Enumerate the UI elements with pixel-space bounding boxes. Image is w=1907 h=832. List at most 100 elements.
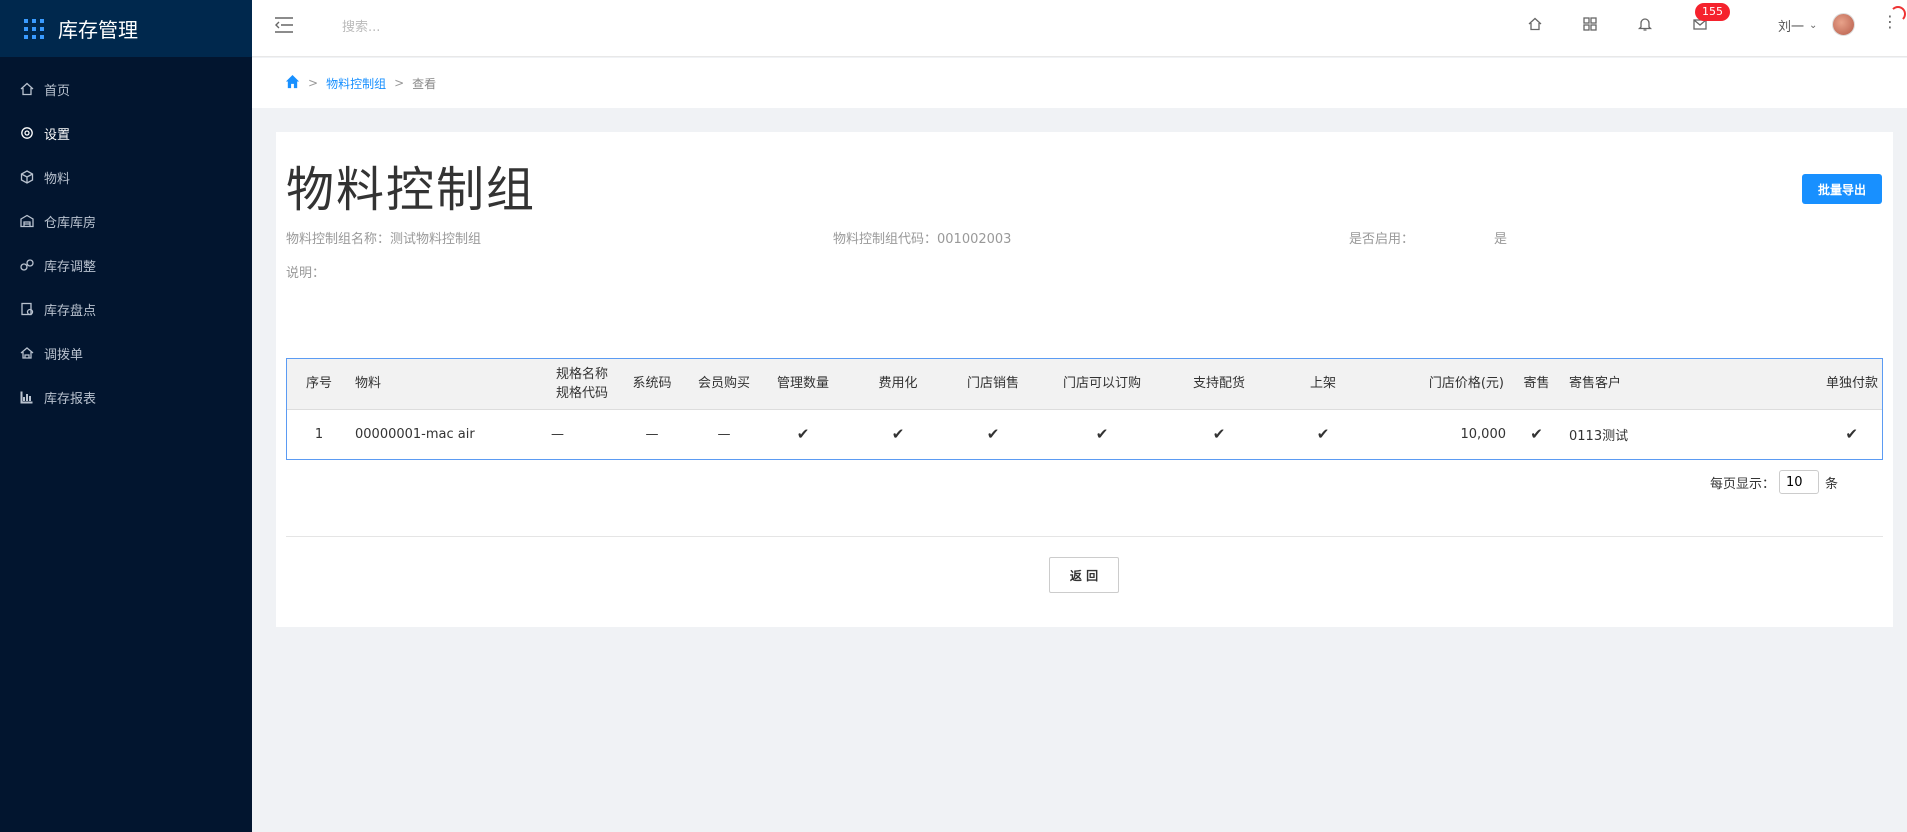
cell-price: 10,000 [1373,408,1508,459]
app-grid-icon [24,18,44,39]
checklist-icon [20,302,34,316]
code-field: 物料控制组代码：001002003 [833,228,1011,247]
enabled-field: 是否启用： 是 [1349,228,1507,247]
code-value: 001002003 [937,232,1012,247]
col-index: 序号 [305,376,332,392]
cell-system-code: — [613,408,691,459]
cell-consign: ✔ [1508,408,1565,459]
col-spec-name: 规格名称 [555,366,608,382]
cell-manage-qty: ✔ [757,408,849,459]
page-size-unit: 条 [1825,476,1839,492]
col-price: 门店价格(元) [1428,376,1504,392]
cell-shelf: ✔ [1273,408,1373,459]
back-button[interactable]: 返 回 [1049,557,1119,593]
home-icon [20,82,34,96]
page-title: 物料控制组 [286,162,537,218]
cell-material: 00000001-mac air [351,408,551,459]
logo-bar: 库存管理 [0,0,252,57]
search-input[interactable] [342,15,642,39]
breadcrumb-link[interactable]: 物料控制组 [326,75,386,92]
table-row: 1 00000001-mac air — — — ✔ ✔ ✔ ✔ ✔ ✔ 10,… [287,408,1882,459]
chevron-down-icon: ⌄ [1809,20,1818,31]
page-size-label: 每页显示： [1710,476,1776,492]
cube-icon [20,170,34,184]
sidebar-menu: 首页 设置 物料 仓库库房 库存调整 库存盘点 调拨单 库存报表 [0,67,252,419]
notification-badge: 155 [1695,3,1730,21]
apps-grid-icon[interactable] [1582,16,1598,32]
col-distribution: 支持配货 [1192,376,1245,392]
sidebar-item-label: 设置 [44,127,71,143]
avatar[interactable] [1832,13,1855,36]
bell-icon[interactable] [1637,16,1653,32]
batch-export-button[interactable]: 批量导出 [1802,174,1882,204]
sidebar-item-label: 首页 [44,83,71,99]
top-header: 155 刘一 ⌄ ⋮ [252,0,1907,57]
sidebar-item-warehouse[interactable]: 仓库库房 [0,199,252,243]
sidebar-item-transfer[interactable]: 调拨单 [0,331,252,375]
code-label: 物料控制组代码： [833,232,938,247]
cell-store-sale: ✔ [947,408,1039,459]
description-label: 说明： [286,266,326,281]
page-size-control: 每页显示： 条 [1710,470,1838,494]
name-field: 物料控制组名称：测试物料控制组 [286,228,481,247]
col-store-order: 门店可以订购 [1062,376,1141,392]
breadcrumb-current: 查看 [412,76,437,91]
col-spec-code: 规格代码 [555,385,608,401]
sidebar-item-report[interactable]: 库存报表 [0,375,252,419]
adjust-icon [20,258,34,272]
col-material: 物料 [355,376,382,392]
sidebar-item-settings[interactable]: 设置 [0,111,252,155]
col-spec: 规格名称 规格代码 [551,359,613,409]
sidebar-item-label: 仓库库房 [44,215,97,231]
col-manage-qty: 管理数量 [776,376,829,392]
sidebar-item-label: 库存盘点 [44,303,97,319]
user-menu[interactable]: 刘一 ⌄ [1778,16,1817,35]
transfer-icon [20,346,34,360]
content-card: 物料控制组 批量导出 物料控制组名称：测试物料控制组 物料控制组代码：00100… [276,132,1893,627]
page-size-input[interactable] [1779,470,1820,494]
enabled-value: 是 [1494,232,1508,247]
col-expense: 费用化 [878,376,918,392]
col-separate-pay: 单独付款 [1825,376,1878,392]
col-shelf: 上架 [1309,376,1336,392]
col-system-code: 系统码 [632,376,672,392]
bar-chart-icon [20,390,34,404]
gear-icon [20,126,34,140]
breadcrumb: > 物料控制组 > 查看 [252,58,1907,108]
sidebar-item-material[interactable]: 物料 [0,155,252,199]
sidebar-item-inventory-check[interactable]: 库存盘点 [0,287,252,331]
menu-toggle-icon[interactable] [274,16,294,34]
name-value: 测试物料控制组 [390,232,482,247]
cell-separate-pay: ✔ [1802,408,1882,459]
table-header-row: 序号 物料 规格名称规格代码 系统码 会员购买 管理数量 费用化 门店销售 门店… [287,359,1882,409]
loading-spinner-icon [1890,6,1906,22]
enabled-label: 是否启用： [1349,232,1415,247]
home-icon[interactable] [285,74,300,92]
cell-member-buy: — [691,408,757,459]
divider [286,536,1883,537]
name-label: 物料控制组名称： [286,232,391,247]
col-store-sale: 门店销售 [966,376,1019,392]
material-table: 序号 物料 规格名称规格代码 系统码 会员购买 管理数量 费用化 门店销售 门店… [286,358,1883,460]
cell-store-order: ✔ [1039,408,1165,459]
sidebar-item-label: 调拨单 [44,347,84,363]
cell-expense: ✔ [849,408,947,459]
home-icon[interactable] [1527,16,1543,32]
cell-consign-customer: 0113测试 [1565,408,1802,459]
cell-spec: — [551,408,613,459]
cell-index: 1 [287,408,351,459]
sidebar-item-label: 库存调整 [44,259,97,275]
description-field: 说明： [286,262,325,281]
col-member-buy: 会员购买 [697,376,750,392]
sidebar-item-label: 物料 [44,171,71,187]
app-title: 库存管理 [58,18,138,42]
breadcrumb-separator: > [308,76,319,90]
col-consign-customer: 寄售客户 [1569,376,1622,392]
col-consign: 寄售 [1523,376,1550,392]
sidebar-item-home[interactable]: 首页 [0,67,252,111]
sidebar: 库存管理 首页 设置 物料 仓库库房 库存调整 库存盘点 调拨单 库存报表 [0,0,252,832]
sidebar-item-label: 库存报表 [44,391,97,407]
warehouse-icon [20,214,34,228]
cell-distribution: ✔ [1165,408,1273,459]
sidebar-item-adjust[interactable]: 库存调整 [0,243,252,287]
